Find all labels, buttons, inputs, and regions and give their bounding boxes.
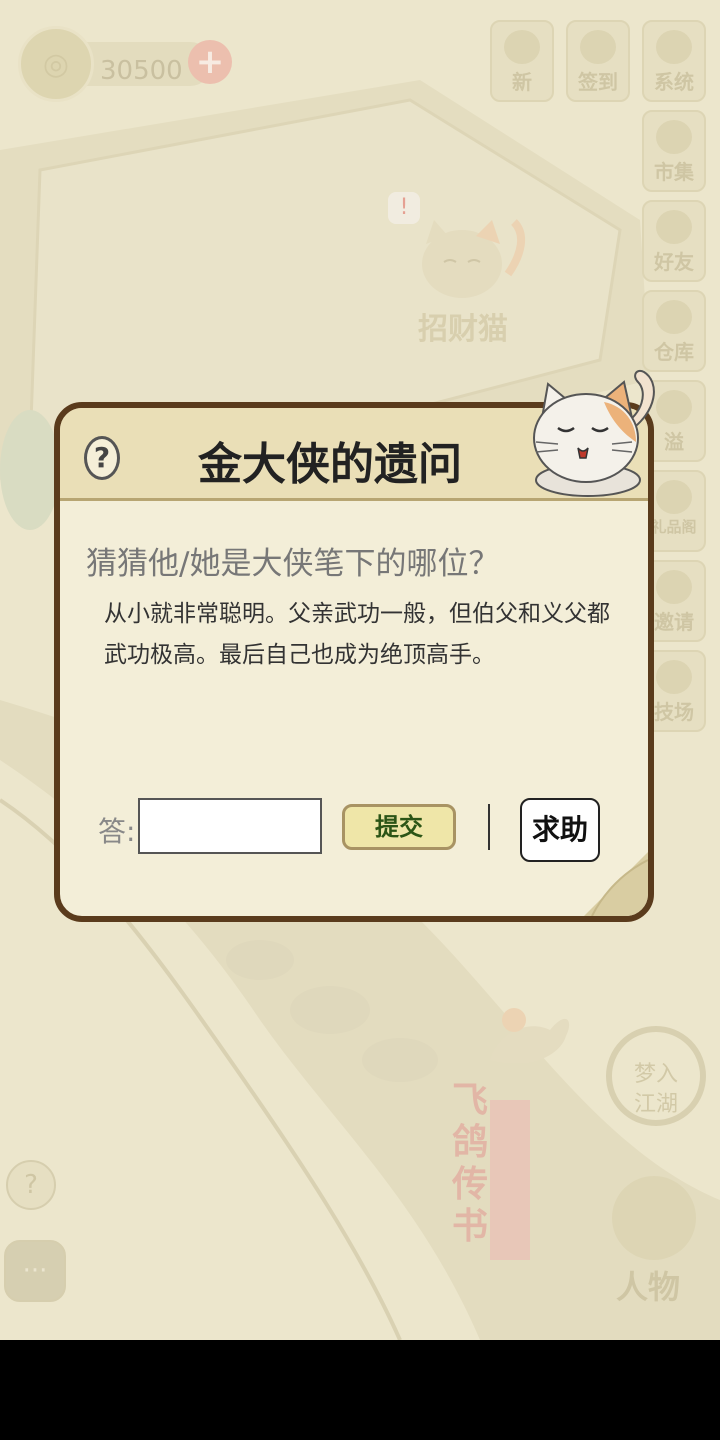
system-button[interactable]: 系统 xyxy=(642,20,706,102)
help-button[interactable]: ? xyxy=(6,1160,56,1210)
dream-label-line2: 江湖 xyxy=(633,1092,678,1117)
submit-button[interactable]: 提交 xyxy=(342,804,456,850)
chat-button[interactable]: ··· xyxy=(4,1240,66,1302)
friends-label: 好友 xyxy=(654,250,694,274)
answer-input[interactable] xyxy=(138,798,322,854)
page-curl-decoration xyxy=(584,852,648,916)
help-icon: ? xyxy=(24,1170,38,1200)
dialog-title: 金大侠的遗问 xyxy=(198,439,462,490)
invite-icon xyxy=(656,570,692,604)
pigeon-label-line1: 飞鸽 xyxy=(452,1080,489,1163)
pigeon-icon xyxy=(490,1008,570,1064)
checkin-label: 签到 xyxy=(578,70,618,94)
moon-cat-icon xyxy=(580,30,616,64)
coin-amount: 30500 xyxy=(100,56,183,86)
dialog-cat-icon xyxy=(533,370,655,497)
character-face-icon xyxy=(612,1176,696,1260)
friends-icon xyxy=(656,210,692,244)
warehouse-button[interactable]: 仓库 xyxy=(642,290,706,372)
dream-label-line1: 梦入 xyxy=(633,1062,678,1087)
friends-button[interactable]: 好友 xyxy=(642,200,706,282)
system-label: 系统 xyxy=(654,70,694,94)
coin-icon: ◎ xyxy=(18,26,94,102)
character-label: 人物 xyxy=(616,1268,681,1306)
character-button[interactable]: 人物 xyxy=(600,1176,710,1326)
market-label: 市集 xyxy=(654,160,694,184)
quiz-question: 猜猜他/她是大侠笔下的哪位？ xyxy=(86,546,500,582)
flag-icon xyxy=(656,120,692,154)
warehouse-label: 仓库 xyxy=(654,340,694,364)
market-button[interactable]: 市集 xyxy=(642,110,706,192)
news-label: 新 xyxy=(512,70,532,94)
swords-icon xyxy=(656,660,692,694)
alert-icon: ! xyxy=(399,195,409,220)
game-scene: ◎ 30500 + 新 签到 系统 市集 好友 仓库 溢 礼品阁 邀请 技场 !… xyxy=(0,0,720,1340)
button-divider xyxy=(488,804,490,850)
enter-jianghu-button[interactable]: 梦入 江湖 xyxy=(606,1026,706,1146)
pigeon-label-line2: 传书 xyxy=(452,1164,489,1247)
chat-icon: ··· xyxy=(22,1256,48,1286)
news-button[interactable]: 新 xyxy=(490,20,554,102)
moon-bell-icon xyxy=(504,30,540,64)
menu-icon xyxy=(656,30,692,64)
box-icon xyxy=(656,300,692,334)
lucky-cat-label: 招财猫 xyxy=(418,312,508,347)
pigeon-post-button[interactable]: 飞鸽 传书 xyxy=(452,1080,522,1248)
system-nav-bar xyxy=(0,1340,720,1440)
lucky-cat-icon[interactable] xyxy=(412,214,532,304)
add-coins-button[interactable]: + xyxy=(188,40,232,84)
plus-icon: + xyxy=(195,42,225,82)
quiz-clue: 从小就非常聪明。父亲武功一般，但伯父和义父都武功极高。最后自己也成为绝顶高手。 xyxy=(104,601,610,668)
coin-counter: ◎ 30500 + xyxy=(18,26,232,102)
answer-label: 答: xyxy=(98,815,136,848)
checkin-button[interactable]: 签到 xyxy=(566,20,630,102)
